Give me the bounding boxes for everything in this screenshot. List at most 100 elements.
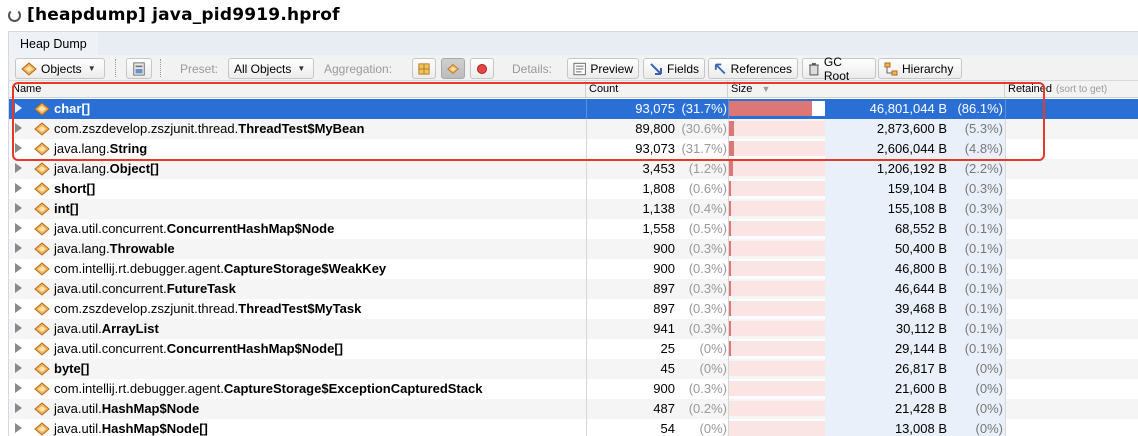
size-bar bbox=[729, 341, 825, 356]
package-name: com.intellij.rt.debugger.agent. bbox=[54, 381, 224, 396]
table-row[interactable]: java.lang.Throwable 900 (0.3%) 50,400 B (0.1… bbox=[9, 239, 1138, 259]
table-row[interactable]: java.util.ArrayList 941 (0.3%) 30,112 B (0.1… bbox=[9, 319, 1138, 339]
preset-dropdown[interactable]: All Objects ▼ bbox=[228, 58, 314, 79]
expand-arrow-icon[interactable] bbox=[15, 103, 22, 113]
expand-arrow-icon[interactable] bbox=[15, 423, 22, 433]
expand-arrow-icon[interactable] bbox=[15, 223, 22, 233]
size-bar-fill bbox=[729, 281, 731, 296]
size-bar bbox=[729, 161, 825, 176]
instance-count: 1,138 bbox=[642, 201, 675, 216]
table-row[interactable]: com.intellij.rt.debugger.agent.CaptureSt… bbox=[9, 259, 1138, 279]
shallow-size-percent: (5.3%) bbox=[964, 121, 1003, 136]
class-name: java.lang.String bbox=[54, 139, 147, 159]
expand-arrow-icon[interactable] bbox=[15, 343, 22, 353]
size-bar-fill bbox=[729, 101, 812, 116]
class-icon bbox=[34, 182, 50, 196]
expand-arrow-icon[interactable] bbox=[15, 383, 22, 393]
class-simple-name: Throwable bbox=[109, 241, 175, 256]
table-row[interactable]: java.lang.Object[] 3,453 (1.2%) 1,206,192 B… bbox=[9, 159, 1138, 179]
class-simple-name: HashMap$Node bbox=[101, 401, 200, 416]
expand-arrow-icon[interactable] bbox=[15, 363, 22, 373]
table-row[interactable]: com.zszdevelop.zszjunit.thread.ThreadTes… bbox=[9, 119, 1138, 139]
fields-icon bbox=[650, 62, 662, 75]
expand-arrow-icon[interactable] bbox=[15, 163, 22, 173]
class-icon bbox=[34, 322, 50, 336]
instance-count: 54 bbox=[660, 421, 675, 436]
size-bar bbox=[729, 361, 825, 376]
expand-arrow-icon[interactable] bbox=[15, 303, 22, 313]
package-name: java.lang. bbox=[54, 241, 110, 256]
package-icon bbox=[418, 62, 430, 75]
table-row[interactable]: java.util.concurrent.FutureTask 897 (0.3%)… bbox=[9, 279, 1138, 299]
table-row[interactable]: java.util.concurrent.ConcurrentHashMap$N… bbox=[9, 339, 1138, 359]
expand-arrow-icon[interactable] bbox=[15, 243, 22, 253]
shallow-size: 46,800 B bbox=[894, 261, 947, 276]
aggregation-instance-button[interactable] bbox=[470, 58, 494, 79]
instance-count-percent: (0.3%) bbox=[688, 261, 727, 276]
class-name: com.zszdevelop.zszjunit.thread.ThreadTes… bbox=[54, 299, 361, 319]
size-bar bbox=[729, 101, 825, 116]
package-name: java.lang. bbox=[54, 141, 110, 156]
column-header-count[interactable]: Count bbox=[586, 81, 728, 98]
table-row[interactable]: java.util.HashMap$Node 487 (0.2%) 21,428 B (… bbox=[9, 399, 1138, 419]
size-bar-fill bbox=[729, 221, 731, 236]
instance-count-percent: (31.7%) bbox=[681, 101, 727, 116]
column-header-retained-note: (sort to get) bbox=[1056, 84, 1108, 95]
table-row[interactable]: java.util.HashMap$Node[] 54 (0%) 13,008 B (0… bbox=[9, 419, 1138, 436]
class-name: java.util.concurrent.FutureTask bbox=[54, 279, 236, 299]
tab-heap-dump[interactable]: Heap Dump bbox=[9, 32, 98, 55]
class-icon bbox=[34, 342, 50, 356]
references-button[interactable]: References bbox=[708, 58, 798, 79]
column-header-name[interactable]: Name bbox=[9, 81, 586, 98]
class-name: com.intellij.rt.debugger.agent.CaptureSt… bbox=[54, 379, 482, 399]
class-name: int[] bbox=[54, 199, 79, 219]
expand-arrow-icon[interactable] bbox=[15, 403, 22, 413]
shallow-size-percent: (86.1%) bbox=[957, 101, 1003, 116]
table-row[interactable]: short[] 1,808 (0.6%) 159,104 B (0.3%) bbox=[9, 179, 1138, 199]
expand-arrow-icon[interactable] bbox=[15, 183, 22, 193]
expand-arrow-icon[interactable] bbox=[15, 323, 22, 333]
expand-arrow-icon[interactable] bbox=[15, 203, 22, 213]
expand-arrow-icon[interactable] bbox=[15, 143, 22, 153]
size-bar-fill bbox=[729, 161, 733, 176]
shallow-size-percent: (0%) bbox=[975, 381, 1003, 396]
class-icon bbox=[34, 142, 50, 156]
column-header-size[interactable]: Size ▼ bbox=[728, 81, 1005, 98]
table-row[interactable]: int[] 1,138 (0.4%) 155,108 B (0.3%) bbox=[9, 199, 1138, 219]
package-name: com.zszdevelop.zszjunit.thread. bbox=[54, 121, 239, 136]
size-bar-fill bbox=[729, 261, 731, 276]
expand-arrow-icon[interactable] bbox=[15, 123, 22, 133]
tab-bar: Heap Dump bbox=[8, 31, 1138, 55]
size-bar bbox=[729, 241, 825, 256]
aggregation-class-button[interactable] bbox=[441, 58, 465, 79]
table-row[interactable]: com.zszdevelop.zszjunit.thread.ThreadTes… bbox=[9, 299, 1138, 319]
preview-button[interactable]: Preview bbox=[567, 58, 639, 79]
instance-count: 1,808 bbox=[642, 181, 675, 196]
view-dropdown[interactable]: Objects ▼ bbox=[15, 58, 105, 79]
column-header-name-label: Name bbox=[12, 83, 42, 95]
class-name: byte[] bbox=[54, 359, 89, 379]
shallow-size: 29,144 B bbox=[894, 341, 947, 356]
table-row[interactable]: java.lang.String 93,073 (31.7%) 2,606,044 B… bbox=[9, 139, 1138, 159]
table-row[interactable]: java.util.concurrent.ConcurrentHashMap$N… bbox=[9, 219, 1138, 239]
aggregation-package-button[interactable] bbox=[412, 58, 436, 79]
size-bar bbox=[729, 181, 825, 196]
column-header-retained[interactable]: Retained (sort to get) bbox=[1005, 81, 1138, 98]
class-simple-name: byte[] bbox=[54, 361, 90, 376]
expand-arrow-icon[interactable] bbox=[15, 263, 22, 273]
snapshot-button[interactable] bbox=[126, 58, 152, 79]
hierarchy-button[interactable]: Hierarchy bbox=[878, 58, 962, 79]
size-bar-fill bbox=[729, 321, 731, 336]
expand-arrow-icon[interactable] bbox=[15, 283, 22, 293]
window-titlebar: [heapdump] java_pid9919.hprof bbox=[0, 0, 1138, 30]
class-icon bbox=[34, 122, 50, 136]
table-row[interactable]: com.intellij.rt.debugger.agent.CaptureSt… bbox=[9, 379, 1138, 399]
table-row[interactable]: byte[] 45 (0%) 26,817 B (0%) bbox=[9, 359, 1138, 379]
fields-button[interactable]: Fields bbox=[643, 58, 705, 79]
instance-count: 93,075 bbox=[635, 101, 675, 116]
shallow-size: 159,104 B bbox=[887, 181, 947, 196]
gc-root-button[interactable]: GC Root bbox=[802, 55, 876, 83]
table-row[interactable]: char[] 93,075 (31.7%) 46,801,044 B (86.1%) bbox=[9, 99, 1138, 119]
instance-count-percent: (0.5%) bbox=[688, 221, 727, 236]
class-icon bbox=[34, 162, 50, 176]
